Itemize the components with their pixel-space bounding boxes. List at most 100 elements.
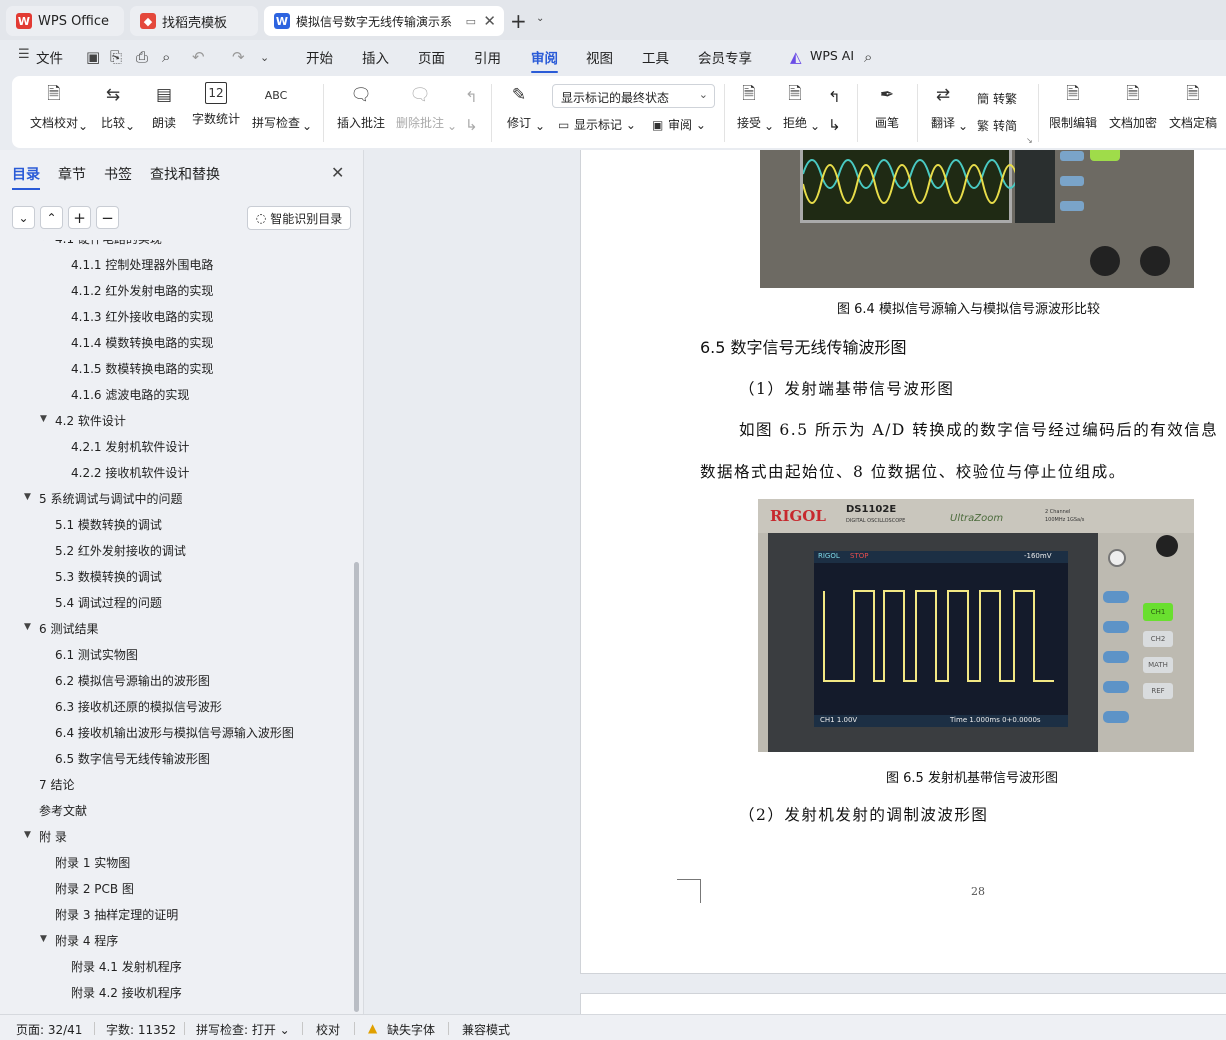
revise-button[interactable]: ✎ 修订 xyxy=(506,82,532,131)
nav-tab-find-replace[interactable]: 查找和替换 xyxy=(150,164,220,184)
chevron-down-icon[interactable]: ⌄ xyxy=(302,119,312,133)
toc-item[interactable]: 5.2 红外发射接收的调试 xyxy=(55,542,186,559)
page-indicator[interactable]: 页面: 32/41 xyxy=(16,1021,82,1038)
menu-review[interactable]: 审阅 xyxy=(531,47,558,73)
review-pane-button[interactable]: ▣ 审阅 ⌄ xyxy=(652,116,706,133)
chevron-down-icon[interactable]: ⌄ xyxy=(810,119,820,133)
hamburger-icon[interactable]: ☰ xyxy=(18,47,30,62)
toc-item[interactable]: 4.2.2 接收机软件设计 xyxy=(71,464,189,481)
accept-button[interactable]: 🗎 接受 xyxy=(736,82,762,131)
remove-heading-button[interactable]: − xyxy=(96,206,119,229)
toc-item[interactable]: ▼ 5 系统调试与调试中的问题 xyxy=(24,490,182,507)
chevron-down-icon[interactable]: ⌄ xyxy=(764,119,774,133)
menu-start[interactable]: 开始 xyxy=(306,47,333,67)
toc-item[interactable]: 4.2.1 发射机软件设计 xyxy=(71,438,189,455)
toc-item[interactable]: 5.1 模数转换的调试 xyxy=(55,516,162,533)
toc-item[interactable]: 附录 1 实物图 xyxy=(55,854,130,871)
toc-item[interactable]: 5.4 调试过程的问题 xyxy=(55,594,162,611)
menu-file[interactable]: 文件 xyxy=(36,47,63,67)
toc-item[interactable]: 4.1.4 模数转换电路的实现 xyxy=(71,334,213,351)
toc-item[interactable]: 附录 4.1 发射机程序 xyxy=(71,958,182,975)
missing-font-button[interactable]: 缺失字体 xyxy=(387,1021,435,1038)
delete-comment-button[interactable]: 🗨 删除批注 xyxy=(396,82,444,131)
spell-check-toggle[interactable]: 拼写检查: 打开 ⌄ xyxy=(196,1021,290,1038)
nav-tab-chapters[interactable]: 章节 xyxy=(58,164,86,184)
toc-item[interactable]: ▼ 附录 4 程序 xyxy=(40,932,118,949)
next-revision-icon[interactable]: ↳ xyxy=(828,116,841,134)
toc-item[interactable]: 4.1.2 红外发射电路的实现 xyxy=(71,282,213,299)
toc-item[interactable]: 4.1.6 滤波电路的实现 xyxy=(71,386,189,403)
pen-button[interactable]: ✒ 画笔 xyxy=(874,82,900,131)
spell-check-button[interactable]: ABC 拼写检查 xyxy=(252,82,300,131)
smart-toc-button[interactable]: ◌ 智能识别目录 xyxy=(247,206,351,230)
proofread-button[interactable]: 校对 xyxy=(316,1021,340,1038)
tab-document[interactable]: W 模拟信号数字无线传输演示系 ▭ ✕ xyxy=(264,6,504,36)
read-aloud-button[interactable]: ▤ 朗读 xyxy=(151,82,177,131)
prev-revision-icon[interactable]: ↰ xyxy=(828,88,841,106)
toc-item[interactable]: 附录 2 PCB 图 xyxy=(55,880,134,897)
word-count[interactable]: 字数: 11352 xyxy=(106,1021,176,1038)
word-count-button[interactable]: 12 字数统计 xyxy=(192,82,240,127)
export-icon[interactable]: ⎘ xyxy=(110,48,122,66)
more-chevron-icon[interactable]: ⌄ xyxy=(260,51,269,64)
doc-check-button[interactable]: 🗎 文档校对 xyxy=(30,82,78,131)
collapse-arrow-icon[interactable]: ▼ xyxy=(40,414,47,424)
toc-item[interactable]: ▼ 6 测试结果 xyxy=(24,620,98,637)
menu-reference[interactable]: 引用 xyxy=(474,47,501,67)
toc-item[interactable]: 6.1 测试实物图 xyxy=(55,646,138,663)
encrypt-button[interactable]: 🗎 文档加密 xyxy=(1109,82,1157,131)
chevron-down-icon[interactable]: ⌄ xyxy=(958,119,968,133)
tab-docer-templates[interactable]: ◆ 找稻壳模板 xyxy=(130,6,258,36)
tab-wps-office[interactable]: W WPS Office xyxy=(6,6,124,36)
chevron-down-icon[interactable]: ⌄ xyxy=(125,119,135,133)
new-tab-icon[interactable]: + xyxy=(510,9,527,33)
toc-item[interactable]: 附录 3 抽样定理的证明 xyxy=(55,906,178,923)
menu-wps-ai[interactable]: WPS AI xyxy=(810,48,854,63)
add-heading-button[interactable]: + xyxy=(68,206,91,229)
toc-item[interactable]: 6.4 接收机输出波形与模拟信号源输入波形图 xyxy=(55,724,294,741)
expand-all-button[interactable]: ⌄ xyxy=(12,206,35,229)
collapse-arrow-icon[interactable]: ▼ xyxy=(24,492,31,502)
next-comment-icon[interactable]: ↳ xyxy=(465,116,478,134)
toc-item[interactable]: 5.3 数模转换的调试 xyxy=(55,568,162,585)
toc-item[interactable]: 6.2 模拟信号源输出的波形图 xyxy=(55,672,210,689)
compare-button[interactable]: ⇆ 比较 xyxy=(100,82,126,131)
toc-item[interactable]: 7 结论 xyxy=(39,776,74,793)
undo-icon[interactable]: ↶ xyxy=(192,48,205,66)
markup-state-select[interactable]: 显示标记的最终状态 ⌄ xyxy=(552,84,715,108)
close-tab-icon[interactable]: ✕ xyxy=(483,12,496,30)
save-icon[interactable]: ▣ xyxy=(86,48,100,66)
to-simplified-button[interactable]: 繁转简 xyxy=(977,117,1017,134)
translate-button[interactable]: ⇄ 翻译 xyxy=(930,82,956,131)
show-markup-button[interactable]: ▭ 显示标记 ⌄ xyxy=(558,116,636,133)
collapse-arrow-icon[interactable]: ▼ xyxy=(24,622,31,632)
toc-item[interactable]: ▼ 4.1 硬件电路的实现 xyxy=(40,240,162,247)
chevron-down-icon[interactable]: ⌄ xyxy=(78,119,88,133)
restrict-edit-button[interactable]: 🗎 限制编辑 xyxy=(1049,82,1097,131)
menu-page[interactable]: 页面 xyxy=(418,47,445,67)
search-icon[interactable]: ⌕ xyxy=(864,48,872,66)
toc-item[interactable]: 6.3 接收机还原的模拟信号波形 xyxy=(55,698,222,715)
toc-item[interactable]: ▼ 附 录 xyxy=(24,828,67,845)
chevron-down-icon[interactable]: ⌄ xyxy=(536,13,544,24)
menu-view[interactable]: 视图 xyxy=(586,47,613,67)
menu-insert[interactable]: 插入 xyxy=(362,47,389,67)
toc-item[interactable]: 4.1.3 红外接收电路的实现 xyxy=(71,308,213,325)
print-icon[interactable]: ⎙ xyxy=(136,48,148,66)
chevron-down-icon[interactable]: ⌄ xyxy=(535,119,545,133)
expand-group-icon[interactable]: ↘ xyxy=(1026,136,1033,145)
reject-button[interactable]: 🗎 拒绝 xyxy=(782,82,808,131)
menu-member[interactable]: 会员专享 xyxy=(698,47,752,67)
collapse-arrow-icon[interactable]: ▼ xyxy=(24,830,31,840)
collapse-arrow-icon[interactable]: ▼ xyxy=(40,934,47,944)
to-traditional-button[interactable]: 簡转繁 xyxy=(977,90,1017,107)
nav-tab-bookmarks[interactable]: 书签 xyxy=(104,164,132,184)
chevron-down-icon[interactable]: ⌄ xyxy=(447,119,457,133)
print-preview-icon[interactable]: ⌕ xyxy=(162,48,170,66)
toc-item[interactable]: 4.1.1 控制处理器外围电路 xyxy=(71,256,213,273)
toc-scrollbar[interactable] xyxy=(354,562,359,1012)
toc-item[interactable]: 6.5 数字信号无线传输波形图 xyxy=(55,750,210,767)
toc-item[interactable]: 附录 4.2 接收机程序 xyxy=(71,984,182,1001)
nav-tab-toc[interactable]: 目录 xyxy=(12,164,40,190)
close-icon[interactable]: ✕ xyxy=(331,163,344,182)
